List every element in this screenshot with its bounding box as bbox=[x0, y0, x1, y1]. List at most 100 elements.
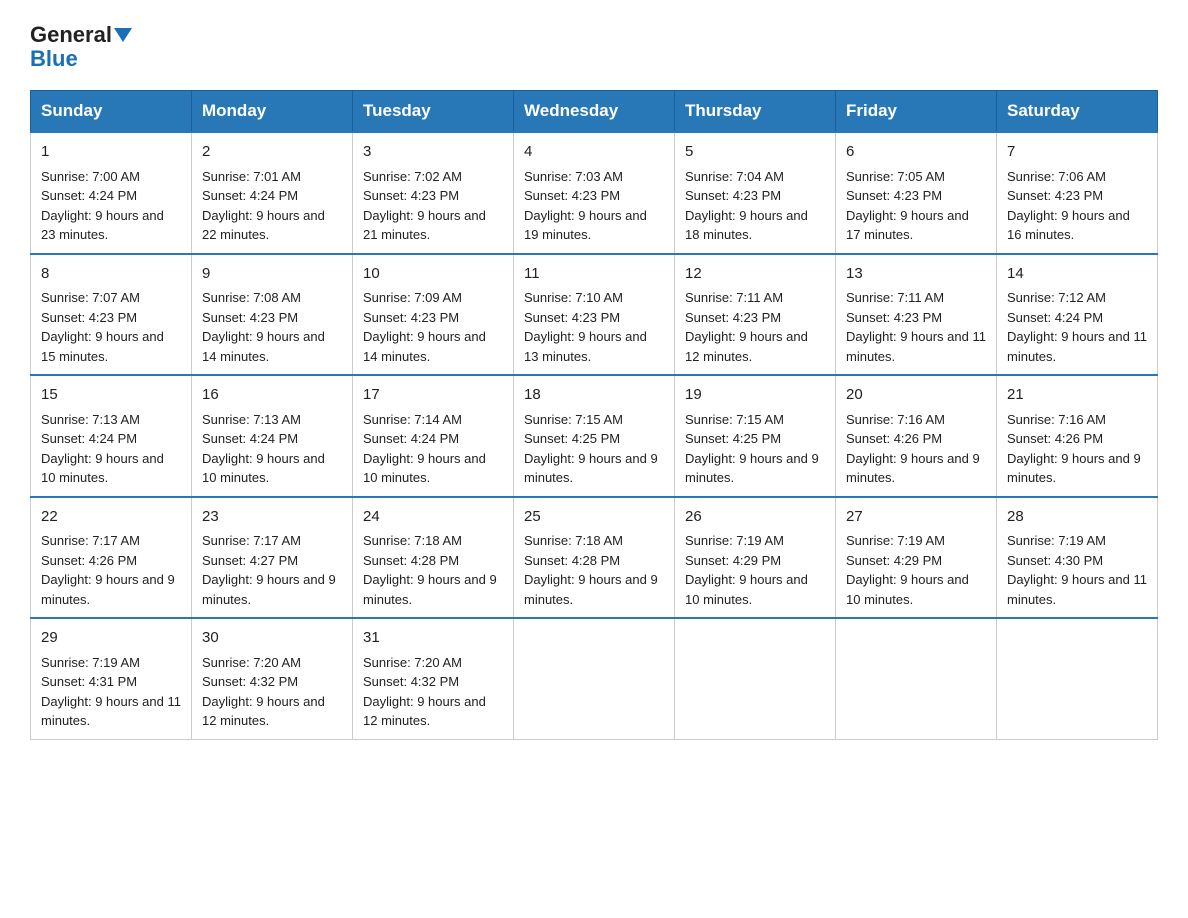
day-info: Sunrise: 7:02 AMSunset: 4:23 PMDaylight:… bbox=[363, 167, 503, 245]
calendar-day-23: 23Sunrise: 7:17 AMSunset: 4:27 PMDayligh… bbox=[192, 497, 353, 619]
day-number: 30 bbox=[202, 627, 342, 650]
day-info: Sunrise: 7:16 AMSunset: 4:26 PMDaylight:… bbox=[846, 410, 986, 488]
day-info: Sunrise: 7:20 AMSunset: 4:32 PMDaylight:… bbox=[363, 653, 503, 731]
day-number: 10 bbox=[363, 263, 503, 286]
day-number: 2 bbox=[202, 141, 342, 164]
day-info: Sunrise: 7:17 AMSunset: 4:26 PMDaylight:… bbox=[41, 531, 181, 609]
day-number: 26 bbox=[685, 506, 825, 529]
day-number: 21 bbox=[1007, 384, 1147, 407]
day-info: Sunrise: 7:13 AMSunset: 4:24 PMDaylight:… bbox=[202, 410, 342, 488]
calendar-day-20: 20Sunrise: 7:16 AMSunset: 4:26 PMDayligh… bbox=[836, 375, 997, 497]
calendar-day-31: 31Sunrise: 7:20 AMSunset: 4:32 PMDayligh… bbox=[353, 618, 514, 739]
weekday-header-wednesday: Wednesday bbox=[514, 91, 675, 133]
calendar-day-6: 6Sunrise: 7:05 AMSunset: 4:23 PMDaylight… bbox=[836, 132, 997, 254]
calendar-day-30: 30 Sunrise: 7:20 AMSunset: 4:32 PMDayligh… bbox=[192, 618, 353, 739]
day-number: 15 bbox=[41, 384, 181, 407]
calendar-day-11: 11Sunrise: 7:10 AMSunset: 4:23 PMDayligh… bbox=[514, 254, 675, 376]
calendar-day-4: 4 Sunrise: 7:03 AMSunset: 4:23 PMDaylight… bbox=[514, 132, 675, 254]
calendar-day-8: 8Sunrise: 7:07 AMSunset: 4:23 PMDaylight… bbox=[31, 254, 192, 376]
day-info: Sunrise: 7:18 AMSunset: 4:28 PMDaylight:… bbox=[524, 531, 664, 609]
calendar-week-5: 29 Sunrise: 7:19 AMSunset: 4:31 PMDayligh… bbox=[31, 618, 1158, 739]
calendar-day-29: 29 Sunrise: 7:19 AMSunset: 4:31 PMDayligh… bbox=[31, 618, 192, 739]
day-info: Sunrise: 7:20 AMSunset: 4:32 PMDaylight:… bbox=[202, 653, 342, 731]
day-number: 8 bbox=[41, 263, 181, 286]
calendar-empty-cell bbox=[997, 618, 1158, 739]
day-info: Sunrise: 7:13 AMSunset: 4:24 PMDaylight:… bbox=[41, 410, 181, 488]
day-info: Sunrise: 7:19 AMSunset: 4:29 PMDaylight:… bbox=[846, 531, 986, 609]
day-info: Sunrise: 7:03 AMSunset: 4:23 PMDaylight:… bbox=[524, 167, 664, 245]
calendar-day-21: 21 Sunrise: 7:16 AMSunset: 4:26 PMDayligh… bbox=[997, 375, 1158, 497]
day-number: 14 bbox=[1007, 263, 1147, 286]
calendar-header-row: SundayMondayTuesdayWednesdayThursdayFrid… bbox=[31, 91, 1158, 133]
day-info: Sunrise: 7:18 AMSunset: 4:28 PMDaylight:… bbox=[363, 531, 503, 609]
day-number: 27 bbox=[846, 506, 986, 529]
calendar-day-22: 22Sunrise: 7:17 AMSunset: 4:26 PMDayligh… bbox=[31, 497, 192, 619]
day-info: Sunrise: 7:17 AMSunset: 4:27 PMDaylight:… bbox=[202, 531, 342, 609]
day-number: 22 bbox=[41, 506, 181, 529]
calendar-empty-cell bbox=[514, 618, 675, 739]
weekday-header-thursday: Thursday bbox=[675, 91, 836, 133]
weekday-header-friday: Friday bbox=[836, 91, 997, 133]
calendar-day-2: 2 Sunrise: 7:01 AMSunset: 4:24 PMDaylight… bbox=[192, 132, 353, 254]
calendar-day-16: 16 Sunrise: 7:13 AMSunset: 4:24 PMDayligh… bbox=[192, 375, 353, 497]
day-number: 17 bbox=[363, 384, 503, 407]
day-info: Sunrise: 7:08 AMSunset: 4:23 PMDaylight:… bbox=[202, 288, 342, 366]
day-number: 23 bbox=[202, 506, 342, 529]
calendar-day-26: 26Sunrise: 7:19 AMSunset: 4:29 PMDayligh… bbox=[675, 497, 836, 619]
day-number: 11 bbox=[524, 263, 664, 286]
day-info: Sunrise: 7:06 AMSunset: 4:23 PMDaylight:… bbox=[1007, 167, 1147, 245]
day-number: 4 bbox=[524, 141, 664, 164]
weekday-header-sunday: Sunday bbox=[31, 91, 192, 133]
calendar-day-12: 12Sunrise: 7:11 AMSunset: 4:23 PMDayligh… bbox=[675, 254, 836, 376]
day-info: Sunrise: 7:19 AMSunset: 4:29 PMDaylight:… bbox=[685, 531, 825, 609]
day-info: Sunrise: 7:16 AMSunset: 4:26 PMDaylight:… bbox=[1007, 410, 1147, 488]
calendar-week-1: 1 Sunrise: 7:00 AMSunset: 4:24 PMDaylight… bbox=[31, 132, 1158, 254]
calendar-day-25: 25Sunrise: 7:18 AMSunset: 4:28 PMDayligh… bbox=[514, 497, 675, 619]
day-number: 19 bbox=[685, 384, 825, 407]
calendar-day-3: 3Sunrise: 7:02 AMSunset: 4:23 PMDaylight… bbox=[353, 132, 514, 254]
calendar-day-10: 10Sunrise: 7:09 AMSunset: 4:23 PMDayligh… bbox=[353, 254, 514, 376]
page-header: General Blue bbox=[30, 20, 1158, 72]
day-info: Sunrise: 7:05 AMSunset: 4:23 PMDaylight:… bbox=[846, 167, 986, 245]
day-number: 18 bbox=[524, 384, 664, 407]
day-info: Sunrise: 7:11 AMSunset: 4:23 PMDaylight:… bbox=[846, 288, 986, 366]
day-info: Sunrise: 7:15 AMSunset: 4:25 PMDaylight:… bbox=[685, 410, 825, 488]
day-number: 25 bbox=[524, 506, 664, 529]
calendar-day-14: 14Sunrise: 7:12 AMSunset: 4:24 PMDayligh… bbox=[997, 254, 1158, 376]
calendar-empty-cell bbox=[675, 618, 836, 739]
calendar-day-18: 18Sunrise: 7:15 AMSunset: 4:25 PMDayligh… bbox=[514, 375, 675, 497]
calendar-day-19: 19 Sunrise: 7:15 AMSunset: 4:25 PMDayligh… bbox=[675, 375, 836, 497]
day-number: 16 bbox=[202, 384, 342, 407]
day-info: Sunrise: 7:19 AMSunset: 4:31 PMDaylight:… bbox=[41, 653, 181, 731]
weekday-header-saturday: Saturday bbox=[997, 91, 1158, 133]
calendar-day-9: 9Sunrise: 7:08 AMSunset: 4:23 PMDaylight… bbox=[192, 254, 353, 376]
logo-text-blue: Blue bbox=[30, 46, 78, 72]
calendar-day-27: 27Sunrise: 7:19 AMSunset: 4:29 PMDayligh… bbox=[836, 497, 997, 619]
calendar-day-28: 28Sunrise: 7:19 AMSunset: 4:30 PMDayligh… bbox=[997, 497, 1158, 619]
day-info: Sunrise: 7:12 AMSunset: 4:24 PMDaylight:… bbox=[1007, 288, 1147, 366]
day-number: 24 bbox=[363, 506, 503, 529]
calendar-week-3: 15 Sunrise: 7:13 AMSunset: 4:24 PMDayligh… bbox=[31, 375, 1158, 497]
day-number: 5 bbox=[685, 141, 825, 164]
day-number: 1 bbox=[41, 141, 181, 164]
weekday-header-monday: Monday bbox=[192, 91, 353, 133]
day-number: 9 bbox=[202, 263, 342, 286]
day-number: 28 bbox=[1007, 506, 1147, 529]
logo-text-general: General bbox=[30, 24, 112, 46]
day-number: 7 bbox=[1007, 141, 1147, 164]
day-info: Sunrise: 7:01 AMSunset: 4:24 PMDaylight:… bbox=[202, 167, 342, 245]
logo: General Blue bbox=[30, 20, 132, 72]
calendar-day-13: 13Sunrise: 7:11 AMSunset: 4:23 PMDayligh… bbox=[836, 254, 997, 376]
day-info: Sunrise: 7:19 AMSunset: 4:30 PMDaylight:… bbox=[1007, 531, 1147, 609]
day-number: 29 bbox=[41, 627, 181, 650]
calendar-day-7: 7 Sunrise: 7:06 AMSunset: 4:23 PMDaylight… bbox=[997, 132, 1158, 254]
calendar-week-2: 8Sunrise: 7:07 AMSunset: 4:23 PMDaylight… bbox=[31, 254, 1158, 376]
calendar-table: SundayMondayTuesdayWednesdayThursdayFrid… bbox=[30, 90, 1158, 740]
calendar-day-5: 5 Sunrise: 7:04 AMSunset: 4:23 PMDaylight… bbox=[675, 132, 836, 254]
day-info: Sunrise: 7:07 AMSunset: 4:23 PMDaylight:… bbox=[41, 288, 181, 366]
weekday-header-tuesday: Tuesday bbox=[353, 91, 514, 133]
calendar-day-15: 15 Sunrise: 7:13 AMSunset: 4:24 PMDayligh… bbox=[31, 375, 192, 497]
day-info: Sunrise: 7:09 AMSunset: 4:23 PMDaylight:… bbox=[363, 288, 503, 366]
day-info: Sunrise: 7:04 AMSunset: 4:23 PMDaylight:… bbox=[685, 167, 825, 245]
day-info: Sunrise: 7:00 AMSunset: 4:24 PMDaylight:… bbox=[41, 167, 181, 245]
